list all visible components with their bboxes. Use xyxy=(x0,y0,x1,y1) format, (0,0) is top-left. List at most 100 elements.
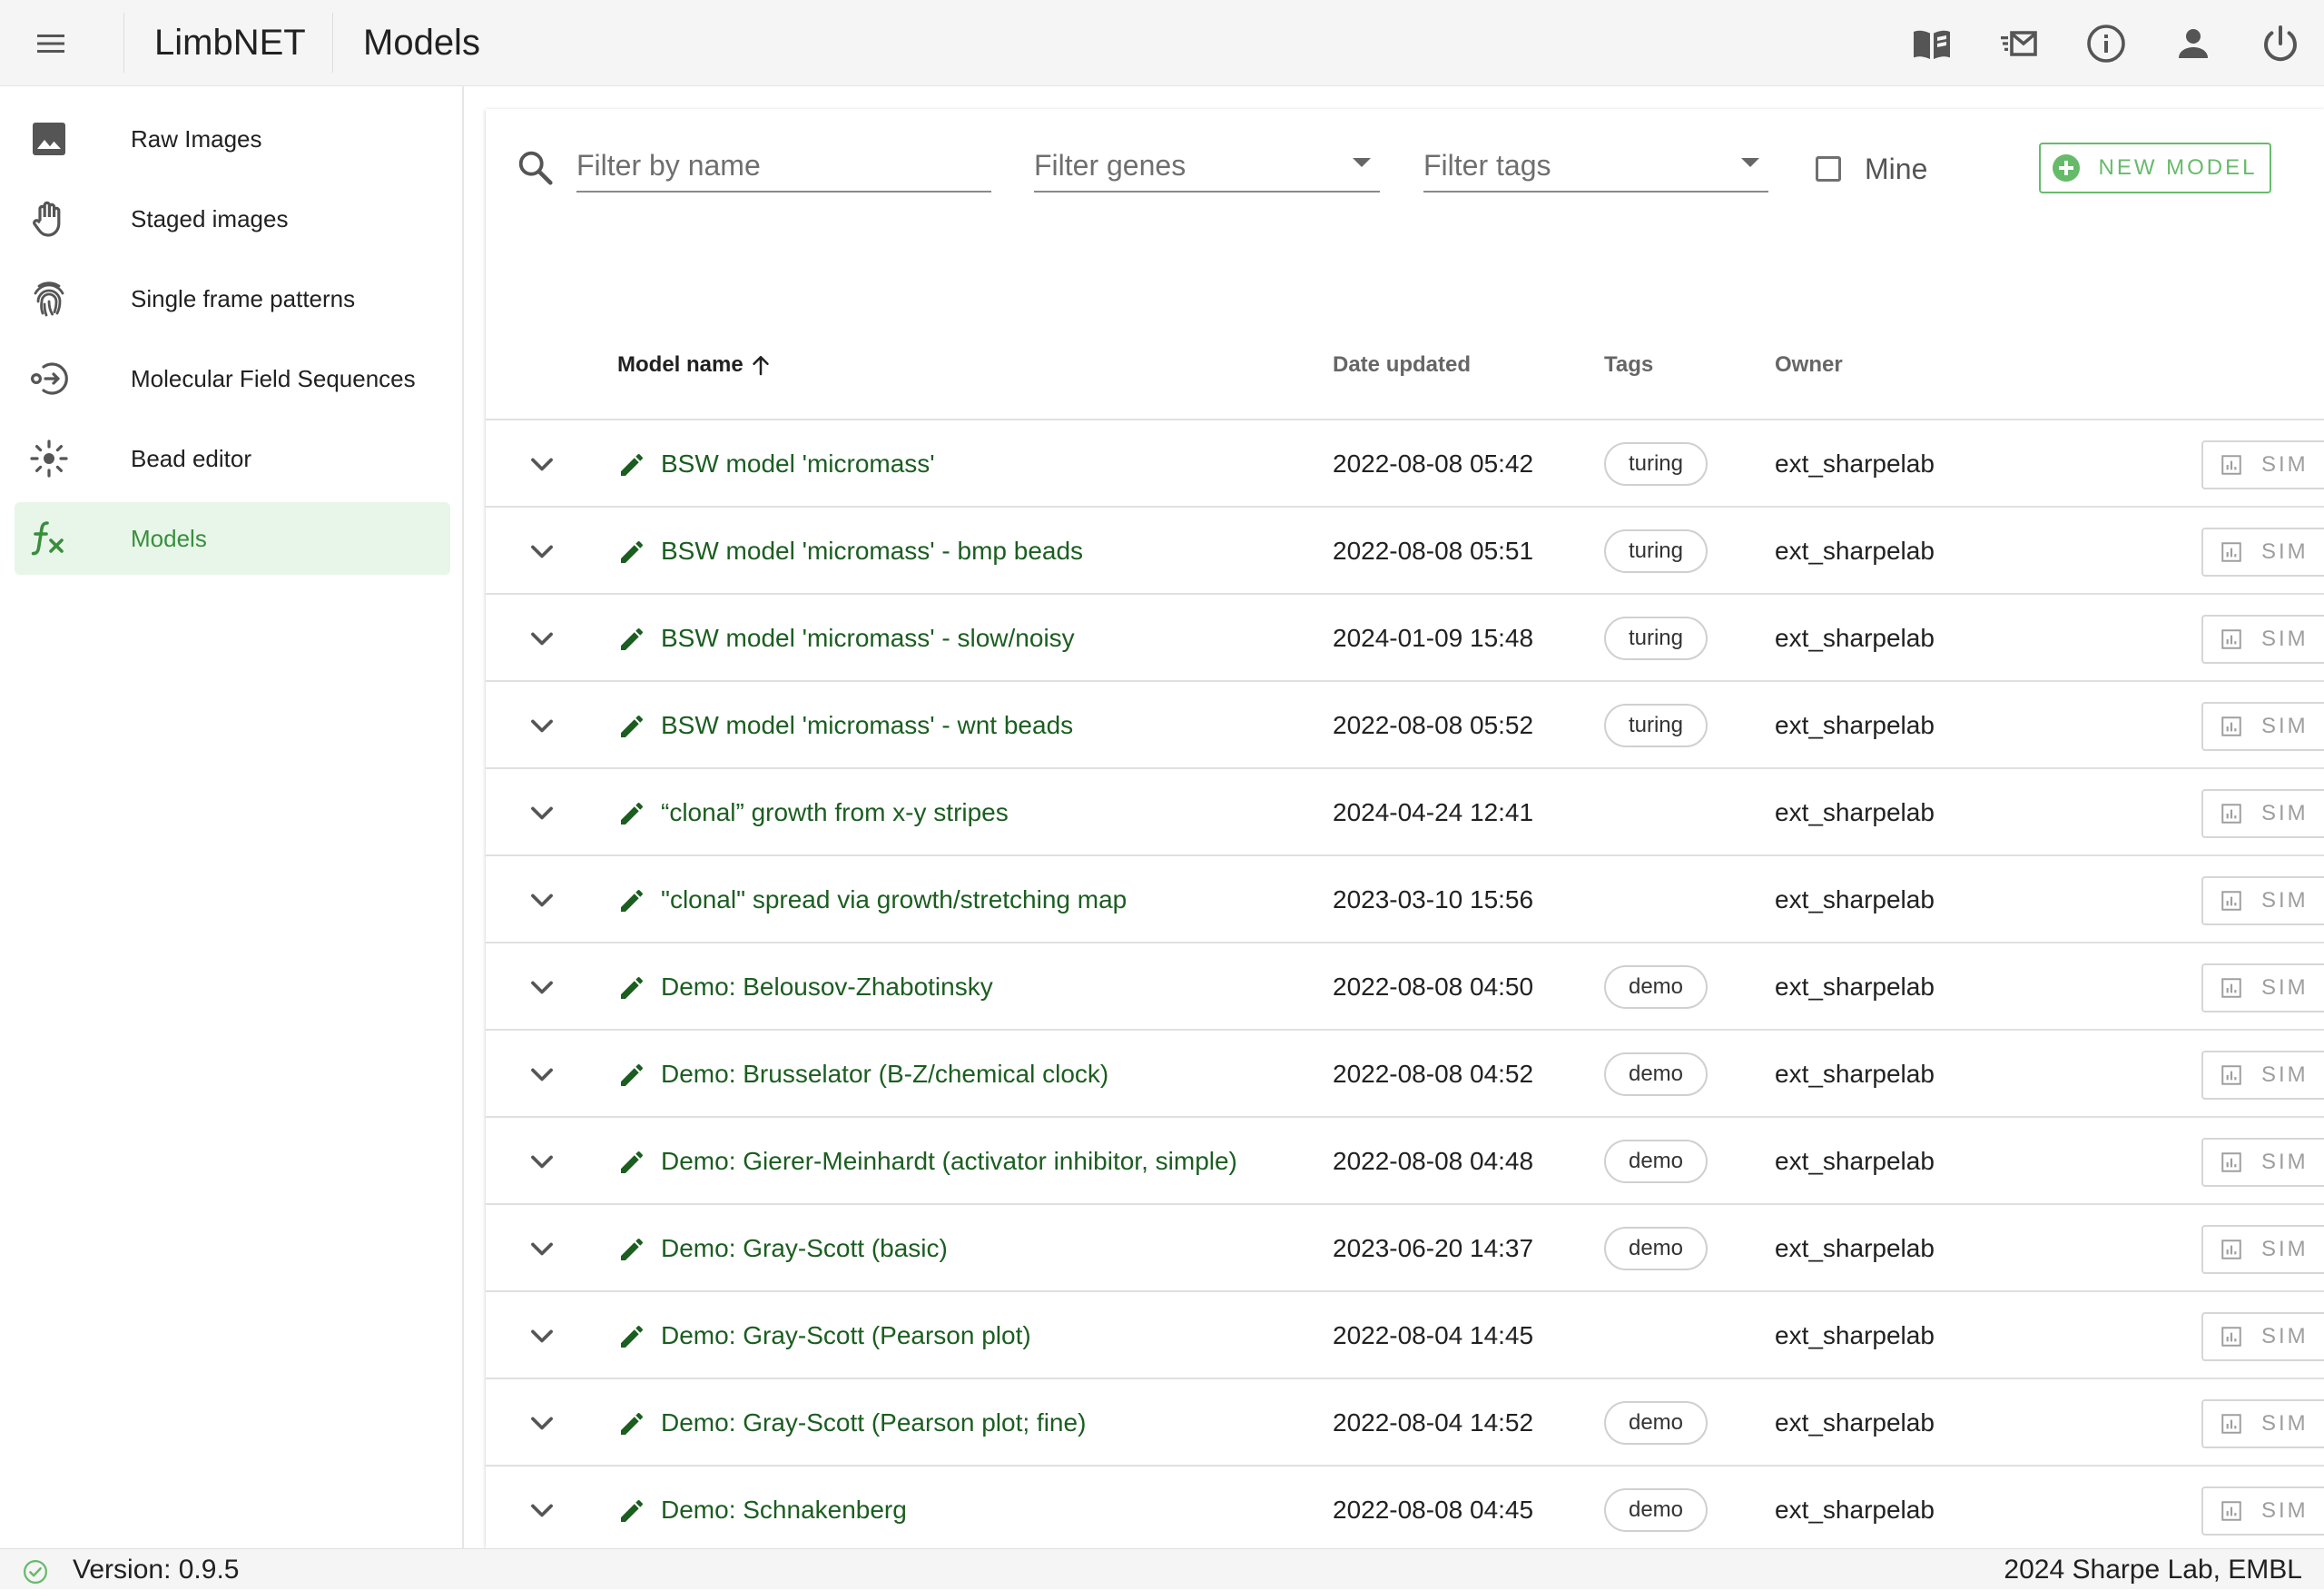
docs-button[interactable] xyxy=(1888,0,1975,86)
tag-chip[interactable]: demo xyxy=(1604,1052,1708,1096)
model-name-link[interactable]: BSW model 'micromass' xyxy=(661,420,935,508)
model-name-link[interactable]: BSW model 'micromass' - slow/noisy xyxy=(661,595,1075,682)
model-name-link[interactable]: Demo: Gray-Scott (Pearson plot; fine) xyxy=(661,1379,1086,1467)
edit-pencil-icon[interactable] xyxy=(617,1235,646,1264)
simulate-button[interactable]: SIM xyxy=(2201,1486,2324,1536)
expand-chevron-icon[interactable] xyxy=(522,444,562,484)
filter-genes-select[interactable]: Filter genes xyxy=(1034,142,1380,193)
model-name-link[interactable]: BSW model 'micromass' - wnt beads xyxy=(661,682,1073,769)
table-row[interactable]: Demo: Gierer-Meinhardt (activator inhibi… xyxy=(486,1118,2324,1205)
expand-chevron-icon[interactable] xyxy=(522,1141,562,1181)
expand-chevron-icon[interactable] xyxy=(522,793,562,833)
mine-checkbox[interactable]: Mine xyxy=(1816,145,1927,193)
table-row[interactable]: "clonal" spread via growth/stretching ma… xyxy=(486,856,2324,943)
menu-button[interactable] xyxy=(18,16,84,71)
tag-chip[interactable]: demo xyxy=(1604,965,1708,1009)
expand-chevron-icon[interactable] xyxy=(522,1054,562,1094)
messages-button[interactable] xyxy=(1975,0,2063,86)
model-name-link[interactable]: Demo: Gierer-Meinhardt (activator inhibi… xyxy=(661,1118,1237,1205)
edit-pencil-icon[interactable] xyxy=(617,1322,646,1351)
table-row[interactable]: BSW model 'micromass' 2022-08-08 05:42 tur… xyxy=(486,420,2324,508)
simulate-button[interactable]: SIM xyxy=(2201,963,2324,1012)
sidebar-item-staged-images[interactable]: Staged images xyxy=(15,183,450,255)
edit-pencil-icon[interactable] xyxy=(617,1061,646,1090)
expand-chevron-icon[interactable] xyxy=(522,967,562,1007)
checkbox-icon[interactable] xyxy=(1816,156,1841,182)
table-row[interactable]: Demo: Schnakenberg 2022-08-08 04:45 demo ex… xyxy=(486,1467,2324,1548)
expand-chevron-icon[interactable] xyxy=(522,531,562,571)
app-title[interactable]: LimbNET xyxy=(154,0,306,86)
simulate-button[interactable]: SIM xyxy=(2201,1312,2324,1361)
edit-pencil-icon[interactable] xyxy=(617,1496,646,1526)
edit-pencil-icon[interactable] xyxy=(617,1409,646,1438)
table-row[interactable]: “clonal” growth from x-y stripes 2024-04-… xyxy=(486,769,2324,856)
model-name-link[interactable]: Demo: Belousov-Zhabotinsky xyxy=(661,943,993,1031)
simulate-button[interactable]: SIM xyxy=(2201,876,2324,925)
table-row[interactable]: Demo: Gray-Scott (Pearson plot) 2022-08-0… xyxy=(486,1292,2324,1379)
column-header-owner[interactable]: Owner xyxy=(1775,309,1843,420)
table-row[interactable]: Demo: Brusselator (B-Z/chemical clock) 20… xyxy=(486,1031,2324,1118)
simulate-button[interactable]: SIM xyxy=(2201,528,2324,577)
table-row[interactable]: Demo: Belousov-Zhabotinsky 2022-08-08 04:… xyxy=(486,943,2324,1031)
sidebar-item-models[interactable]: Models xyxy=(15,502,450,575)
sidebar-item-raw-images[interactable]: Raw Images xyxy=(15,103,450,175)
sidebar-item-molecular-field-sequences[interactable]: Molecular Field Sequences xyxy=(15,342,450,415)
simulate-button[interactable]: SIM xyxy=(2201,1225,2324,1274)
expand-chevron-icon[interactable] xyxy=(522,1490,562,1530)
edit-pencil-icon[interactable] xyxy=(617,1148,646,1177)
simulate-button[interactable]: SIM xyxy=(2201,440,2324,489)
simulate-button[interactable]: SIM xyxy=(2201,789,2324,838)
tag-chip[interactable]: demo xyxy=(1604,1140,1708,1183)
chart-icon xyxy=(2221,804,2241,824)
account-button[interactable] xyxy=(2150,0,2237,86)
expand-chevron-icon[interactable] xyxy=(522,1403,562,1443)
tag-chip[interactable]: turing xyxy=(1604,617,1708,660)
expand-chevron-icon[interactable] xyxy=(522,1229,562,1269)
table-row[interactable]: Demo: Gray-Scott (basic) 2023-06-20 14:37… xyxy=(486,1205,2324,1292)
simulate-button[interactable]: SIM xyxy=(2201,1399,2324,1448)
tag-chip[interactable]: demo xyxy=(1604,1401,1708,1445)
edit-pencil-icon[interactable] xyxy=(617,538,646,567)
new-model-button[interactable]: NEW MODEL xyxy=(2039,143,2271,193)
tag-chip[interactable]: turing xyxy=(1604,529,1708,573)
simulate-button[interactable]: SIM xyxy=(2201,1051,2324,1100)
table-row[interactable]: BSW model 'micromass' - bmp beads 2022-08… xyxy=(486,508,2324,595)
edit-pencil-icon[interactable] xyxy=(617,886,646,915)
table-row[interactable]: BSW model 'micromass' - wnt beads 2022-08… xyxy=(486,682,2324,769)
edit-pencil-icon[interactable] xyxy=(617,450,646,479)
model-name-link[interactable]: Demo: Brusselator (B-Z/chemical clock) xyxy=(661,1031,1108,1118)
model-name-link[interactable]: BSW model 'micromass' - bmp beads xyxy=(661,508,1083,595)
expand-chevron-icon[interactable] xyxy=(522,618,562,658)
simulate-button[interactable]: SIM xyxy=(2201,615,2324,664)
table-row[interactable]: BSW model 'micromass' - slow/noisy 2024-0… xyxy=(486,595,2324,682)
edit-pencil-icon[interactable] xyxy=(617,799,646,828)
edit-pencil-icon[interactable] xyxy=(617,625,646,654)
tag-chip[interactable]: demo xyxy=(1604,1488,1708,1532)
tag-chip[interactable]: turing xyxy=(1604,704,1708,747)
simulate-button[interactable]: SIM xyxy=(2201,702,2324,751)
tag-chip[interactable]: turing xyxy=(1604,442,1708,486)
column-header-tags[interactable]: Tags xyxy=(1604,309,1653,420)
simulate-button[interactable]: SIM xyxy=(2201,1138,2324,1187)
model-name-link[interactable]: Demo: Schnakenberg xyxy=(661,1467,907,1548)
logout-button[interactable] xyxy=(2237,0,2324,86)
sidebar-item-single-frame-patterns[interactable]: Single frame patterns xyxy=(15,262,450,335)
expand-chevron-icon[interactable] xyxy=(522,706,562,746)
expand-chevron-icon[interactable] xyxy=(522,1316,562,1356)
sidebar-item-bead-editor[interactable]: Bead editor xyxy=(15,422,450,495)
edit-pencil-icon[interactable] xyxy=(617,973,646,1002)
filter-name-field[interactable] xyxy=(576,142,991,193)
column-header-date-updated[interactable]: Date updated xyxy=(1333,309,1471,420)
filter-name-input[interactable] xyxy=(576,142,991,189)
expand-chevron-icon[interactable] xyxy=(522,880,562,920)
filter-tags-select[interactable]: Filter tags xyxy=(1423,142,1768,193)
table-row[interactable]: Demo: Gray-Scott (Pearson plot; fine) 202… xyxy=(486,1379,2324,1467)
model-name-link[interactable]: "clonal" spread via growth/stretching ma… xyxy=(661,856,1127,943)
model-name-link[interactable]: Demo: Gray-Scott (basic) xyxy=(661,1205,948,1292)
info-button[interactable] xyxy=(2063,0,2150,86)
model-name-link[interactable]: “clonal” growth from x-y stripes xyxy=(661,769,1009,856)
tag-chip[interactable]: demo xyxy=(1604,1227,1708,1270)
column-header-model-name[interactable]: Model name xyxy=(617,309,774,420)
model-name-link[interactable]: Demo: Gray-Scott (Pearson plot) xyxy=(661,1292,1031,1379)
edit-pencil-icon[interactable] xyxy=(617,712,646,741)
